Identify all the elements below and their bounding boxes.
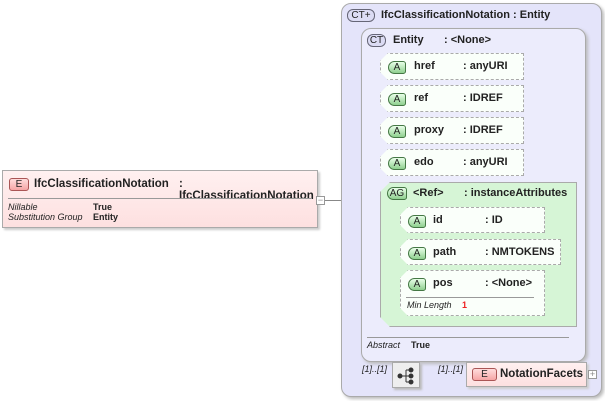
attribute-group-badge: AG [387, 187, 407, 200]
attribute-group-type: : instanceAttributes [464, 187, 568, 199]
sequence-icon [397, 367, 414, 385]
element-badge: E [472, 368, 497, 381]
root-element-box[interactable]: E IfcClassificationNotation : IfcClassif… [2, 170, 318, 228]
attribute-name: pos [433, 277, 453, 289]
attribute-group-name: <Ref> [413, 187, 444, 199]
prop-label: Nillable [8, 202, 38, 212]
abstract-value: True [411, 340, 431, 350]
ct-badge: CT [367, 34, 386, 47]
prop-label: Substitution Group [8, 212, 83, 222]
sequence-cardinality: [1]..[1] [362, 364, 388, 374]
attribute-edo[interactable]: A edo : anyURI [380, 149, 524, 176]
attribute-type: : IDREF [463, 92, 503, 104]
attribute-name: proxy [414, 124, 444, 136]
prop-value: Entity [93, 212, 119, 222]
attribute-badge: A [408, 215, 426, 228]
ct-title: IfcClassificationNotation : Entity [381, 9, 551, 21]
attribute-badge: A [388, 157, 406, 170]
abstract-label: Abstract [367, 340, 401, 350]
base-type-type: : <None> [444, 34, 492, 46]
ct-badge: CT+ [347, 9, 375, 22]
attribute-type: : ID [485, 214, 503, 226]
base-type-name: Entity [393, 34, 424, 46]
child-cardinality: [1]..[1] [438, 364, 464, 374]
attribute-badge: A [388, 61, 406, 74]
attribute-name: edo [414, 156, 434, 168]
attribute-badge: A [408, 278, 426, 291]
attribute-name: id [433, 214, 443, 226]
attribute-type: : IDREF [463, 124, 503, 136]
attribute-href[interactable]: A href : anyURI [380, 53, 524, 80]
divider [406, 297, 534, 298]
attribute-proxy[interactable]: A proxy : IDREF [380, 117, 524, 144]
element-badge: E [9, 178, 29, 191]
attribute-type: : anyURI [463, 60, 508, 72]
attribute-badge: A [388, 93, 406, 106]
attribute-badge: A [388, 125, 406, 138]
element-name: NotationFacets [500, 368, 584, 380]
attribute-ref[interactable]: A ref : IDREF [380, 85, 524, 112]
element-name: IfcClassificationNotation [34, 178, 169, 190]
attribute-type: : <None> [485, 277, 533, 289]
attribute-name: href [414, 60, 435, 72]
attribute-type: : NMTOKENS [485, 246, 555, 258]
attribute-badge: A [408, 247, 426, 260]
facet-label: Min Length [407, 300, 452, 310]
attribute-type: : anyURI [463, 156, 508, 168]
divider [367, 337, 569, 338]
facet-value: 1 [462, 300, 468, 310]
collapse-toggle[interactable]: − [316, 196, 325, 205]
attribute-name: path [433, 246, 457, 258]
attribute-id[interactable]: A id : ID [400, 207, 545, 233]
attribute-path[interactable]: A path : NMTOKENS [400, 239, 561, 265]
prop-value: True [93, 202, 113, 212]
expand-toggle[interactable]: + [588, 370, 597, 379]
sequence-compositor[interactable] [392, 362, 420, 388]
attribute-pos[interactable]: A pos : <None> Min Length 1 [400, 270, 545, 316]
divider [8, 198, 312, 199]
notation-facets-element[interactable]: E NotationFacets [466, 362, 587, 387]
attribute-name: ref [414, 92, 429, 104]
